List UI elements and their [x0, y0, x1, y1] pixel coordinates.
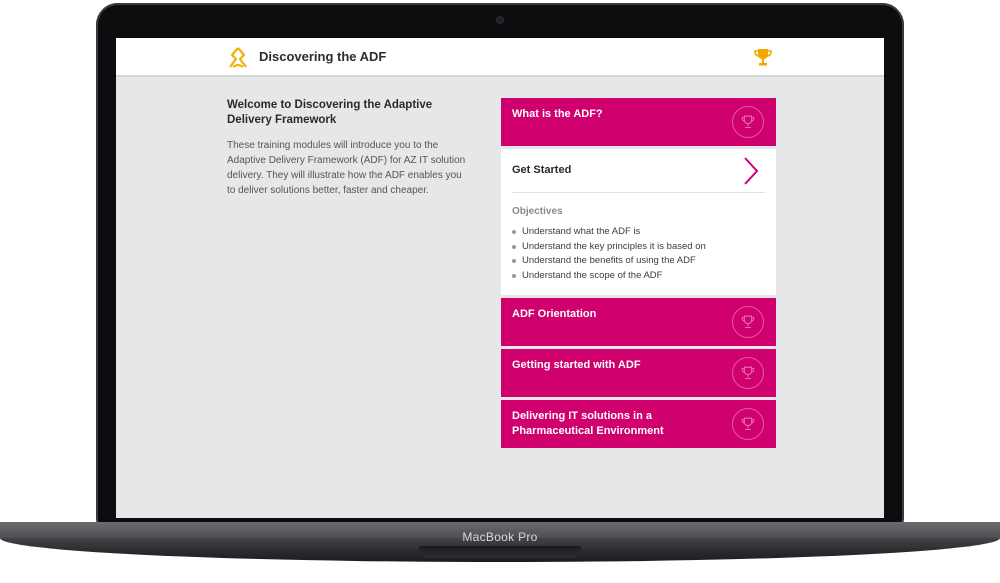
trophy-icon	[732, 306, 764, 338]
module-what-is-adf[interactable]: What is the ADF?	[501, 98, 776, 146]
app-header: Discovering the ADF	[116, 38, 884, 77]
module-label: What is the ADF?	[512, 108, 603, 120]
trophy-icon	[732, 357, 764, 389]
module-getting-started[interactable]: Getting started with ADF	[501, 349, 776, 397]
module-label: Delivering IT solutions in a Pharmaceuti…	[512, 410, 664, 437]
module-label: ADF Orientation	[512, 308, 597, 320]
intro-title: Welcome to Discovering the Adaptive Deli…	[227, 99, 433, 126]
app-title: Discovering the ADF	[259, 49, 387, 64]
list-item: Understand the key principles it is base…	[512, 240, 765, 255]
device-label: MacBook Pro	[462, 530, 538, 544]
trophy-icon	[732, 106, 764, 138]
camera	[497, 17, 503, 23]
objectives-title: Objectives	[512, 206, 563, 217]
objectives-list: Understand what the ADF is Understand th…	[512, 225, 765, 283]
module-adf-orientation[interactable]: ADF Orientation	[501, 298, 776, 346]
list-item: Understand what the ADF is	[512, 225, 765, 240]
laptop-notch	[419, 546, 581, 558]
module-label: Getting started with ADF	[512, 359, 641, 371]
module-detail-panel: Get Started Objectives Understand what t…	[501, 149, 776, 295]
get-started-button[interactable]: Get Started	[512, 149, 765, 193]
module-delivering-it-solutions[interactable]: Delivering IT solutions in a Pharmaceuti…	[501, 400, 776, 448]
intro-body: These training modules will introduce yo…	[227, 140, 466, 196]
app-screen: Discovering the ADF Welcome to Discoveri…	[116, 38, 884, 518]
trophy-icon	[732, 408, 764, 440]
trophy-icon[interactable]	[752, 46, 774, 68]
az-logo-icon	[229, 47, 247, 68]
modules-list: What is the ADF? Get Started Objectives …	[501, 98, 776, 451]
chevron-right-icon[interactable]	[741, 156, 761, 186]
list-item: Understand the scope of the ADF	[512, 269, 765, 284]
list-item: Understand the benefits of using the ADF	[512, 254, 765, 269]
get-started-label: Get Started	[512, 164, 572, 176]
